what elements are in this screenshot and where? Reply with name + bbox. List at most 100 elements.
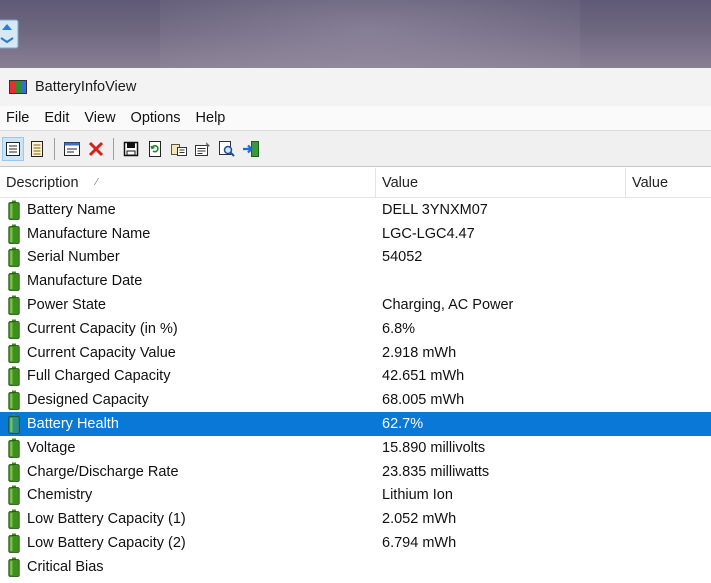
list-row[interactable]: Low Battery Capacity (2) 6.794 mWh	[0, 531, 711, 555]
battery-icon	[8, 414, 20, 434]
row-description-cell: Low Battery Capacity (2)	[0, 533, 376, 553]
column-header-value-label: Value	[382, 175, 419, 191]
battery-icon	[8, 533, 20, 553]
save-button[interactable]	[120, 137, 142, 161]
battery-icon	[8, 438, 20, 458]
row-value-cell: 54052	[382, 249, 423, 266]
list-row[interactable]: Chemistry Lithium Ion	[0, 484, 711, 508]
row-description-cell: Manufacture Name	[0, 224, 376, 244]
view-log-icon	[31, 140, 43, 157]
battery-icon	[8, 557, 20, 577]
battery-icon	[8, 343, 20, 363]
view-properties-icon	[6, 141, 20, 156]
battery-icon	[8, 295, 20, 315]
list-row[interactable]: Low Battery Capacity (1) 2.052 mWh	[0, 507, 711, 531]
row-description-cell: Battery Health	[0, 414, 376, 434]
refresh-button[interactable]	[144, 137, 166, 161]
row-description-cell: Low Battery Capacity (1)	[0, 509, 376, 530]
list-row[interactable]: Serial Number 54052	[0, 246, 711, 270]
html-report-icon	[64, 141, 80, 156]
menu-view[interactable]: View	[77, 110, 123, 126]
list-row[interactable]: Designed Capacity 68.005 mWh	[0, 388, 711, 412]
row-description-label: Serial Number	[27, 249, 120, 266]
toolbar-separator	[113, 137, 114, 160]
battery-icon	[8, 224, 20, 244]
exit-button[interactable]	[240, 137, 262, 161]
save-icon	[123, 141, 139, 156]
battery-icon	[8, 319, 20, 339]
row-value-cell: 6.8%	[382, 320, 416, 337]
list-row[interactable]: Battery Name DELL 3YNXM07	[0, 198, 711, 222]
view-properties-button[interactable]	[2, 136, 24, 161]
column-header-value-2[interactable]: Value	[626, 168, 711, 198]
list-row[interactable]: Charge/Discharge Rate 23.835 milliwatts	[0, 460, 711, 484]
row-value-cell: 15.890 millivolts	[382, 439, 486, 456]
find-icon	[219, 140, 235, 157]
row-value-cell: 62.7%	[382, 416, 424, 433]
row-description-label: Critical Bias	[27, 558, 104, 575]
row-description-cell: Power State	[0, 295, 376, 315]
exit-icon	[243, 140, 259, 157]
row-description-label: Charge/Discharge Rate	[27, 463, 179, 480]
column-header-value[interactable]: Value	[376, 168, 626, 198]
menu-edit[interactable]: Edit	[37, 110, 77, 126]
menu-options[interactable]: Options	[124, 110, 189, 126]
recycle-bin-icon[interactable]	[0, 14, 22, 50]
list-row[interactable]: Battery Health 62.7%	[0, 412, 711, 436]
row-value-cell: Charging, AC Power	[382, 297, 514, 314]
window-titlebar[interactable]: BatteryInfoView	[0, 68, 711, 106]
find-button[interactable]	[216, 137, 238, 161]
row-description-label: Chemistry	[27, 487, 93, 504]
menu-bar: File Edit View Options Help	[0, 106, 711, 130]
refresh-icon	[149, 140, 161, 157]
delete-icon	[88, 141, 104, 156]
battery-icon	[8, 390, 20, 411]
copy-icon	[171, 143, 187, 156]
row-description-label: Current Capacity (in %)	[27, 320, 178, 337]
row-description-cell: Designed Capacity	[0, 390, 376, 411]
list-row[interactable]: Voltage 15.890 millivolts	[0, 436, 711, 460]
row-value-cell: 2.052 mWh	[382, 511, 457, 528]
menu-help[interactable]: Help	[189, 110, 234, 126]
battery-icon	[8, 200, 20, 220]
column-header-description[interactable]: Description ⁄	[0, 168, 376, 198]
row-description-label: Current Capacity Value	[27, 344, 176, 361]
view-log-button[interactable]	[26, 137, 48, 161]
column-header: Description ⁄ Value Value	[0, 168, 711, 198]
battery-icon	[8, 247, 20, 268]
desktop-background	[0, 0, 711, 68]
row-value-cell: LGC-LGC4.47	[382, 225, 475, 242]
html-report-button[interactable]	[61, 137, 83, 161]
window-title: BatteryInfoView	[35, 79, 137, 95]
row-value-cell: 68.005 mWh	[382, 392, 465, 409]
menu-file[interactable]: File	[0, 110, 37, 126]
battery-info-list: Battery Name DELL 3YNXM07 Manufacture Name…	[0, 198, 711, 579]
toolbar	[0, 130, 711, 167]
row-description-cell: Full Charged Capacity	[0, 366, 376, 387]
list-row[interactable]: Power State Charging, AC Power	[0, 293, 711, 317]
row-description-label: Manufacture Date	[27, 273, 143, 290]
app-battery-icon	[9, 80, 27, 94]
properties-button[interactable]	[192, 137, 214, 161]
row-description-label: Voltage	[27, 439, 76, 456]
list-row[interactable]: Current Capacity (in %) 6.8%	[0, 317, 711, 341]
list-row[interactable]: Full Charged Capacity 42.651 mWh	[0, 365, 711, 389]
list-row[interactable]: Critical Bias	[0, 555, 711, 579]
battery-icon	[8, 509, 20, 530]
row-description-cell: Voltage	[0, 438, 376, 458]
row-value-cell: Lithium Ion	[382, 487, 453, 504]
row-description-label: Low Battery Capacity (1)	[27, 511, 186, 528]
copy-button[interactable]	[168, 137, 190, 161]
sort-indicator-icon: ⁄	[96, 177, 98, 188]
properties-icon	[195, 141, 210, 156]
row-description-cell: Current Capacity (in %)	[0, 319, 376, 339]
row-description-label: Battery Name	[27, 201, 116, 218]
row-description-cell: Current Capacity Value	[0, 343, 376, 363]
battery-icon	[8, 366, 20, 387]
list-row[interactable]: Manufacture Date	[0, 269, 711, 293]
list-row[interactable]: Current Capacity Value 2.918 mWh	[0, 341, 711, 365]
row-description-label: Manufacture Name	[27, 225, 151, 242]
list-row[interactable]: Manufacture Name LGC-LGC4.47	[0, 222, 711, 246]
delete-button[interactable]	[85, 137, 107, 161]
battery-icon	[8, 485, 20, 506]
